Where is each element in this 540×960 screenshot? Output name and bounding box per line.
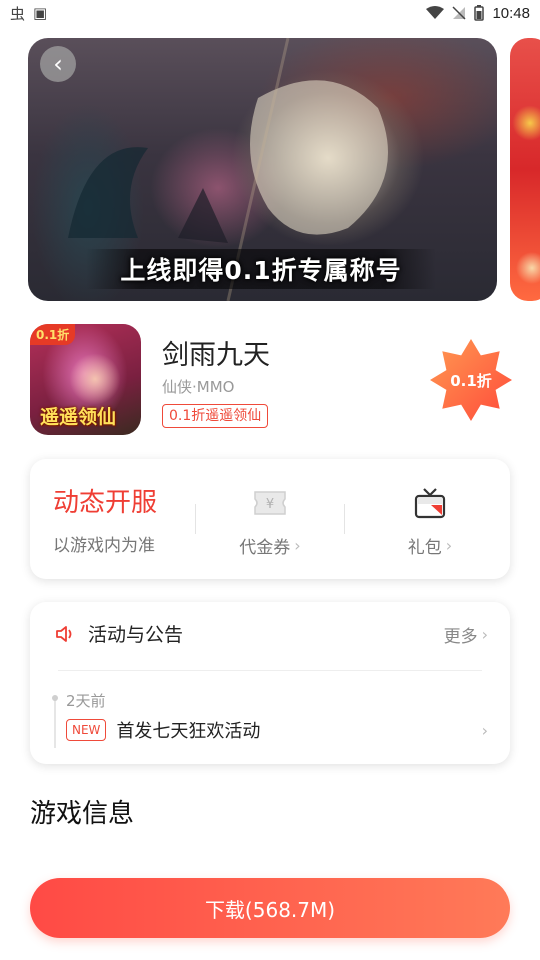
voucher-label: 代金券 [239,538,291,558]
notice-card: 活动与公告 更多 › 2天前 NEW 首发七天狂欢活动 › [30,602,510,764]
divider [344,504,345,534]
game-title: 剑雨九天 [162,340,270,371]
notice-text: 首发七天狂欢活动 [116,721,261,742]
status-right: 10:48 [426,5,530,22]
open-server-info[interactable]: 动态开服 以游戏内为准 [53,459,157,579]
status-bar: 虫 ▣ 10:48 [0,0,540,26]
game-genre: 仙侠·MMO [162,378,235,396]
game-info-title: 游戏信息 [30,799,135,829]
notice-time: 2天前 [66,692,106,710]
more-link[interactable]: 更多 › [444,622,488,647]
status-left: 虫 ▣ [10,3,47,24]
divider [195,504,196,534]
game-tag: 0.1折遥遥领仙 [162,404,269,428]
chevron-right-icon: › [445,536,453,555]
bug-icon: 虫 [10,4,26,23]
notice-item[interactable]: NEW 首发七天狂欢活动 › [66,716,488,744]
clock: 10:48 [492,4,530,22]
gift-label-row: 礼包 › [408,533,452,558]
speaker-icon [56,625,72,642]
timeline-line [54,696,56,748]
gift-icon [412,487,448,519]
voucher-label-row: 代金券 › [239,533,300,558]
service-card: 动态开服 以游戏内为准 ¥ 代金券 › 礼包 › [30,459,510,579]
discount-text: 0.1折 [450,371,492,390]
notice-header: 活动与公告 [54,620,183,647]
notification-icon: ▣ [33,4,48,22]
banner-carousel[interactable]: ‹ 上线即得0.1折专属称号 [28,38,497,301]
open-server-note: 以游戏内为准 [53,536,155,556]
chevron-right-icon: › [481,720,488,740]
gift-label: 礼包 [407,538,442,558]
banner-next-preview[interactable] [510,38,540,301]
download-button[interactable]: 下载(568.7M) [30,878,510,938]
banner-caption: 上线即得0.1折专属称号 [86,249,436,289]
voucher-icon: ¥ [252,487,288,519]
game-icon: 0.1折 遥遥领仙 [30,324,141,435]
chevron-right-icon: › [294,536,301,555]
back-button[interactable]: ‹ [40,46,76,82]
icon-discount-tag: 0.1折 [30,324,76,345]
chevron-right-icon: › [481,625,488,644]
notice-title: 活动与公告 [88,624,184,646]
timeline-dot [52,695,58,701]
gift-button[interactable]: 礼包 › [370,459,490,579]
signal-off-icon [452,6,466,20]
more-label: 更多 [443,627,478,647]
discount-badge: 0.1折 [430,339,512,421]
battery-icon [474,5,485,21]
icon-stamp-text: 遥遥领仙 [40,406,117,428]
svg-text:¥: ¥ [266,497,274,512]
voucher-button[interactable]: ¥ 代金券 › [210,459,330,579]
open-server-label: 动态开服 [53,488,158,518]
divider [58,670,482,671]
wifi-icon [426,6,445,19]
new-badge: NEW [66,719,107,741]
